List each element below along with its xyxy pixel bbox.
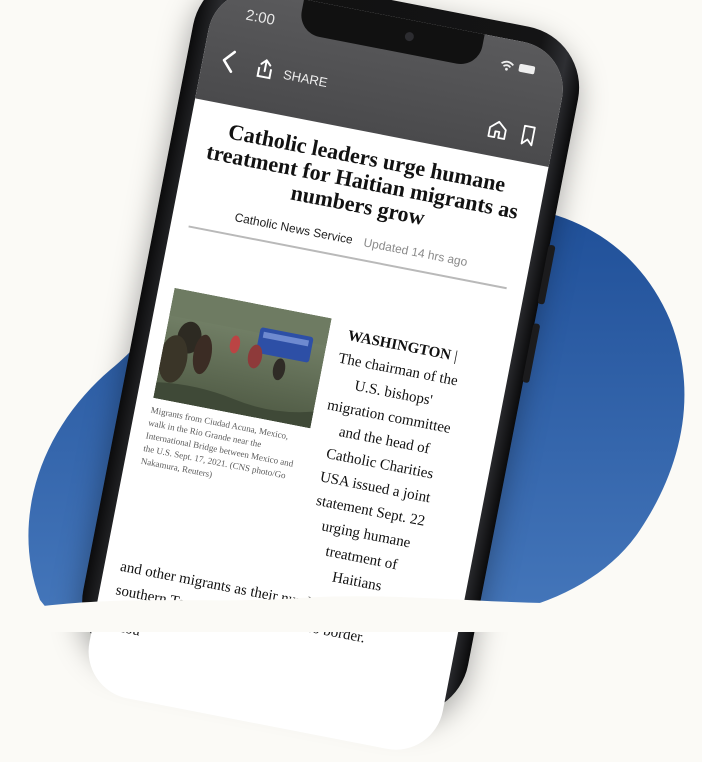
- article-source[interactable]: Catholic News Service: [233, 210, 354, 247]
- status-time: 2:00: [244, 6, 277, 29]
- wifi-icon: [498, 58, 538, 80]
- front-camera: [404, 31, 415, 42]
- share-icon[interactable]: [252, 55, 278, 83]
- article-photo[interactable]: [153, 287, 332, 429]
- bookmark-icon[interactable]: [518, 123, 538, 148]
- dateline-separator: |: [449, 347, 459, 365]
- article-lede: The chairman of the U.S. bishops' migrat…: [314, 350, 460, 595]
- battery-icon: [518, 63, 536, 75]
- share-button-label[interactable]: SHARE: [282, 67, 329, 90]
- home-icon[interactable]: [485, 117, 511, 143]
- chevron-left-icon[interactable]: [218, 47, 239, 80]
